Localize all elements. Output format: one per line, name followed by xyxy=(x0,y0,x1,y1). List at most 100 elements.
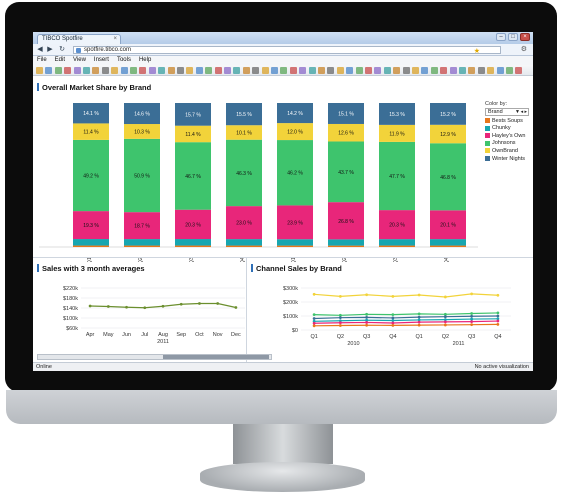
toolbar-tool-icon[interactable] xyxy=(496,67,504,74)
browser-tab[interactable]: TIBCO Spotfire × xyxy=(37,34,121,44)
reload-icon[interactable]: ↻ xyxy=(58,46,66,54)
data-point xyxy=(470,320,474,323)
legend-item[interactable]: Winter Nights xyxy=(485,156,531,162)
toolbar-tool-icon[interactable] xyxy=(167,67,175,74)
toolbar-tool-icon[interactable] xyxy=(54,67,62,74)
toolbar-tool-icon[interactable] xyxy=(383,67,391,74)
toolbar-tool-icon[interactable] xyxy=(440,67,448,74)
toolbar-tool-icon[interactable] xyxy=(177,67,184,74)
toolbar-tool-icon[interactable] xyxy=(289,67,297,74)
toolbar-tool-icon[interactable] xyxy=(261,67,269,74)
bar-segment xyxy=(328,245,364,247)
scrollbar-thumb[interactable] xyxy=(163,355,269,359)
toolbar-tool-icon[interactable] xyxy=(120,67,128,74)
legend-item[interactable]: Chunky xyxy=(485,125,531,131)
browser-tab-title: TIBCO Spotfire xyxy=(42,36,83,42)
toolbar-tool-icon[interactable] xyxy=(299,67,307,74)
toolbar-tool-icon[interactable] xyxy=(412,67,419,74)
close-window-icon[interactable]: × xyxy=(520,33,530,41)
toolbar-tool-icon[interactable] xyxy=(449,67,457,74)
menu-file[interactable]: File xyxy=(37,56,47,65)
toolbar-tool-icon[interactable] xyxy=(92,67,100,74)
minimize-icon[interactable]: – xyxy=(496,33,506,41)
legend-nav-icon[interactable]: ◂ ▸ xyxy=(521,109,527,116)
toolbar-tool-icon[interactable] xyxy=(252,67,260,74)
data-point xyxy=(312,292,316,296)
y-tick-label: $200k xyxy=(283,300,298,306)
toolbar-tool-icon[interactable] xyxy=(402,67,410,74)
toolbar-tool-icon[interactable] xyxy=(36,67,43,74)
bar-segment xyxy=(124,239,160,246)
menu-insert[interactable]: Insert xyxy=(94,56,109,65)
toolbar-tool-icon[interactable] xyxy=(130,67,137,74)
data-label: 14.6 % xyxy=(134,112,150,118)
toolbar-tool-icon[interactable] xyxy=(64,67,72,74)
bar-segment xyxy=(175,245,211,247)
toolbar-tool-icon[interactable] xyxy=(318,67,325,74)
menu-tools[interactable]: Tools xyxy=(117,56,131,65)
color-by-select[interactable]: Brand ▼ ◂ ▸ xyxy=(485,108,529,116)
data-point xyxy=(417,312,421,316)
monitor-stand-base xyxy=(200,462,365,492)
toolbar-tool-icon[interactable] xyxy=(158,67,166,74)
toolbar-tool-icon[interactable] xyxy=(487,67,495,74)
menu-view[interactable]: View xyxy=(73,56,86,65)
toolbar-tool-icon[interactable] xyxy=(224,67,231,74)
toolbar-tool-icon[interactable] xyxy=(242,67,250,74)
screen: TIBCO Spotfire × – □ × ◀ ▶ ↻ spotfire.ti… xyxy=(33,32,533,371)
url-text: spotfire.tibco.com xyxy=(84,47,132,53)
tab-close-icon[interactable]: × xyxy=(113,35,117,44)
toolbar-tool-icon[interactable] xyxy=(111,67,119,74)
x-tick-label: Q2 xyxy=(337,334,344,340)
data-label: 49.2 % xyxy=(83,174,99,180)
data-point xyxy=(496,293,500,297)
toolbar-tool-icon[interactable] xyxy=(308,67,316,74)
toolbar-tool-icon[interactable] xyxy=(271,67,278,74)
forward-icon[interactable]: ▶ xyxy=(46,46,54,54)
toolbar-tool-icon[interactable] xyxy=(355,67,363,74)
toolbar-tool-icon[interactable] xyxy=(233,67,241,74)
toolbar-tool-icon[interactable] xyxy=(430,67,438,74)
toolbar-tool-icon[interactable] xyxy=(459,67,466,74)
toolbar-tool-icon[interactable] xyxy=(73,67,81,74)
menu-edit[interactable]: Edit xyxy=(55,56,65,65)
toolbar-tool-icon[interactable] xyxy=(365,67,372,74)
data-label: 46.8 % xyxy=(440,175,456,181)
toolbar-tool-icon[interactable] xyxy=(393,67,401,74)
toolbar-tool-icon[interactable] xyxy=(148,67,156,74)
panel-marker xyxy=(37,83,39,91)
menu-help[interactable]: Help xyxy=(139,56,151,65)
data-point xyxy=(216,302,220,305)
toolbar-tool-icon[interactable] xyxy=(515,67,523,74)
toolbar-tool-icon[interactable] xyxy=(506,67,513,74)
back-icon[interactable]: ◀ xyxy=(36,46,44,54)
maximize-icon[interactable]: □ xyxy=(508,33,518,41)
toolbar-tool-icon[interactable] xyxy=(327,67,335,74)
toolbar-tool-icon[interactable] xyxy=(477,67,485,74)
toolbar-tool-icon[interactable] xyxy=(214,67,222,74)
legend-item[interactable]: OwnBrand xyxy=(485,148,531,154)
toolbar-tool-icon[interactable] xyxy=(205,67,213,74)
toolbar-tool-icon[interactable] xyxy=(83,67,90,74)
toolbar-tool-icon[interactable] xyxy=(195,67,203,74)
monitor-stand-neck xyxy=(233,424,333,464)
toolbar-tool-icon[interactable] xyxy=(468,67,476,74)
legend-item[interactable]: Hayley's Own xyxy=(485,133,531,139)
toolbar-tool-icon[interactable] xyxy=(421,67,429,74)
x-tick-label: Dec xyxy=(231,332,241,338)
toolbar-tool-icon[interactable] xyxy=(101,67,109,74)
toolbar-tool-icon[interactable] xyxy=(139,67,147,74)
url-field[interactable]: spotfire.tibco.com ★ xyxy=(73,46,501,55)
toolbar-tool-icon[interactable] xyxy=(45,67,53,74)
horizontal-scrollbar[interactable] xyxy=(37,354,272,360)
wrench-icon[interactable]: ⚙ xyxy=(521,45,527,53)
toolbar-tool-icon[interactable] xyxy=(280,67,288,74)
bookmark-star-icon[interactable]: ★ xyxy=(474,48,480,55)
legend-item[interactable]: Johnsons xyxy=(485,140,531,146)
toolbar-tool-icon[interactable] xyxy=(374,67,382,74)
bar-segment xyxy=(73,245,109,247)
toolbar-tool-icon[interactable] xyxy=(346,67,354,74)
legend-item[interactable]: Bests Soups xyxy=(485,118,531,124)
toolbar-tool-icon[interactable] xyxy=(336,67,344,74)
toolbar-tool-icon[interactable] xyxy=(186,67,194,74)
